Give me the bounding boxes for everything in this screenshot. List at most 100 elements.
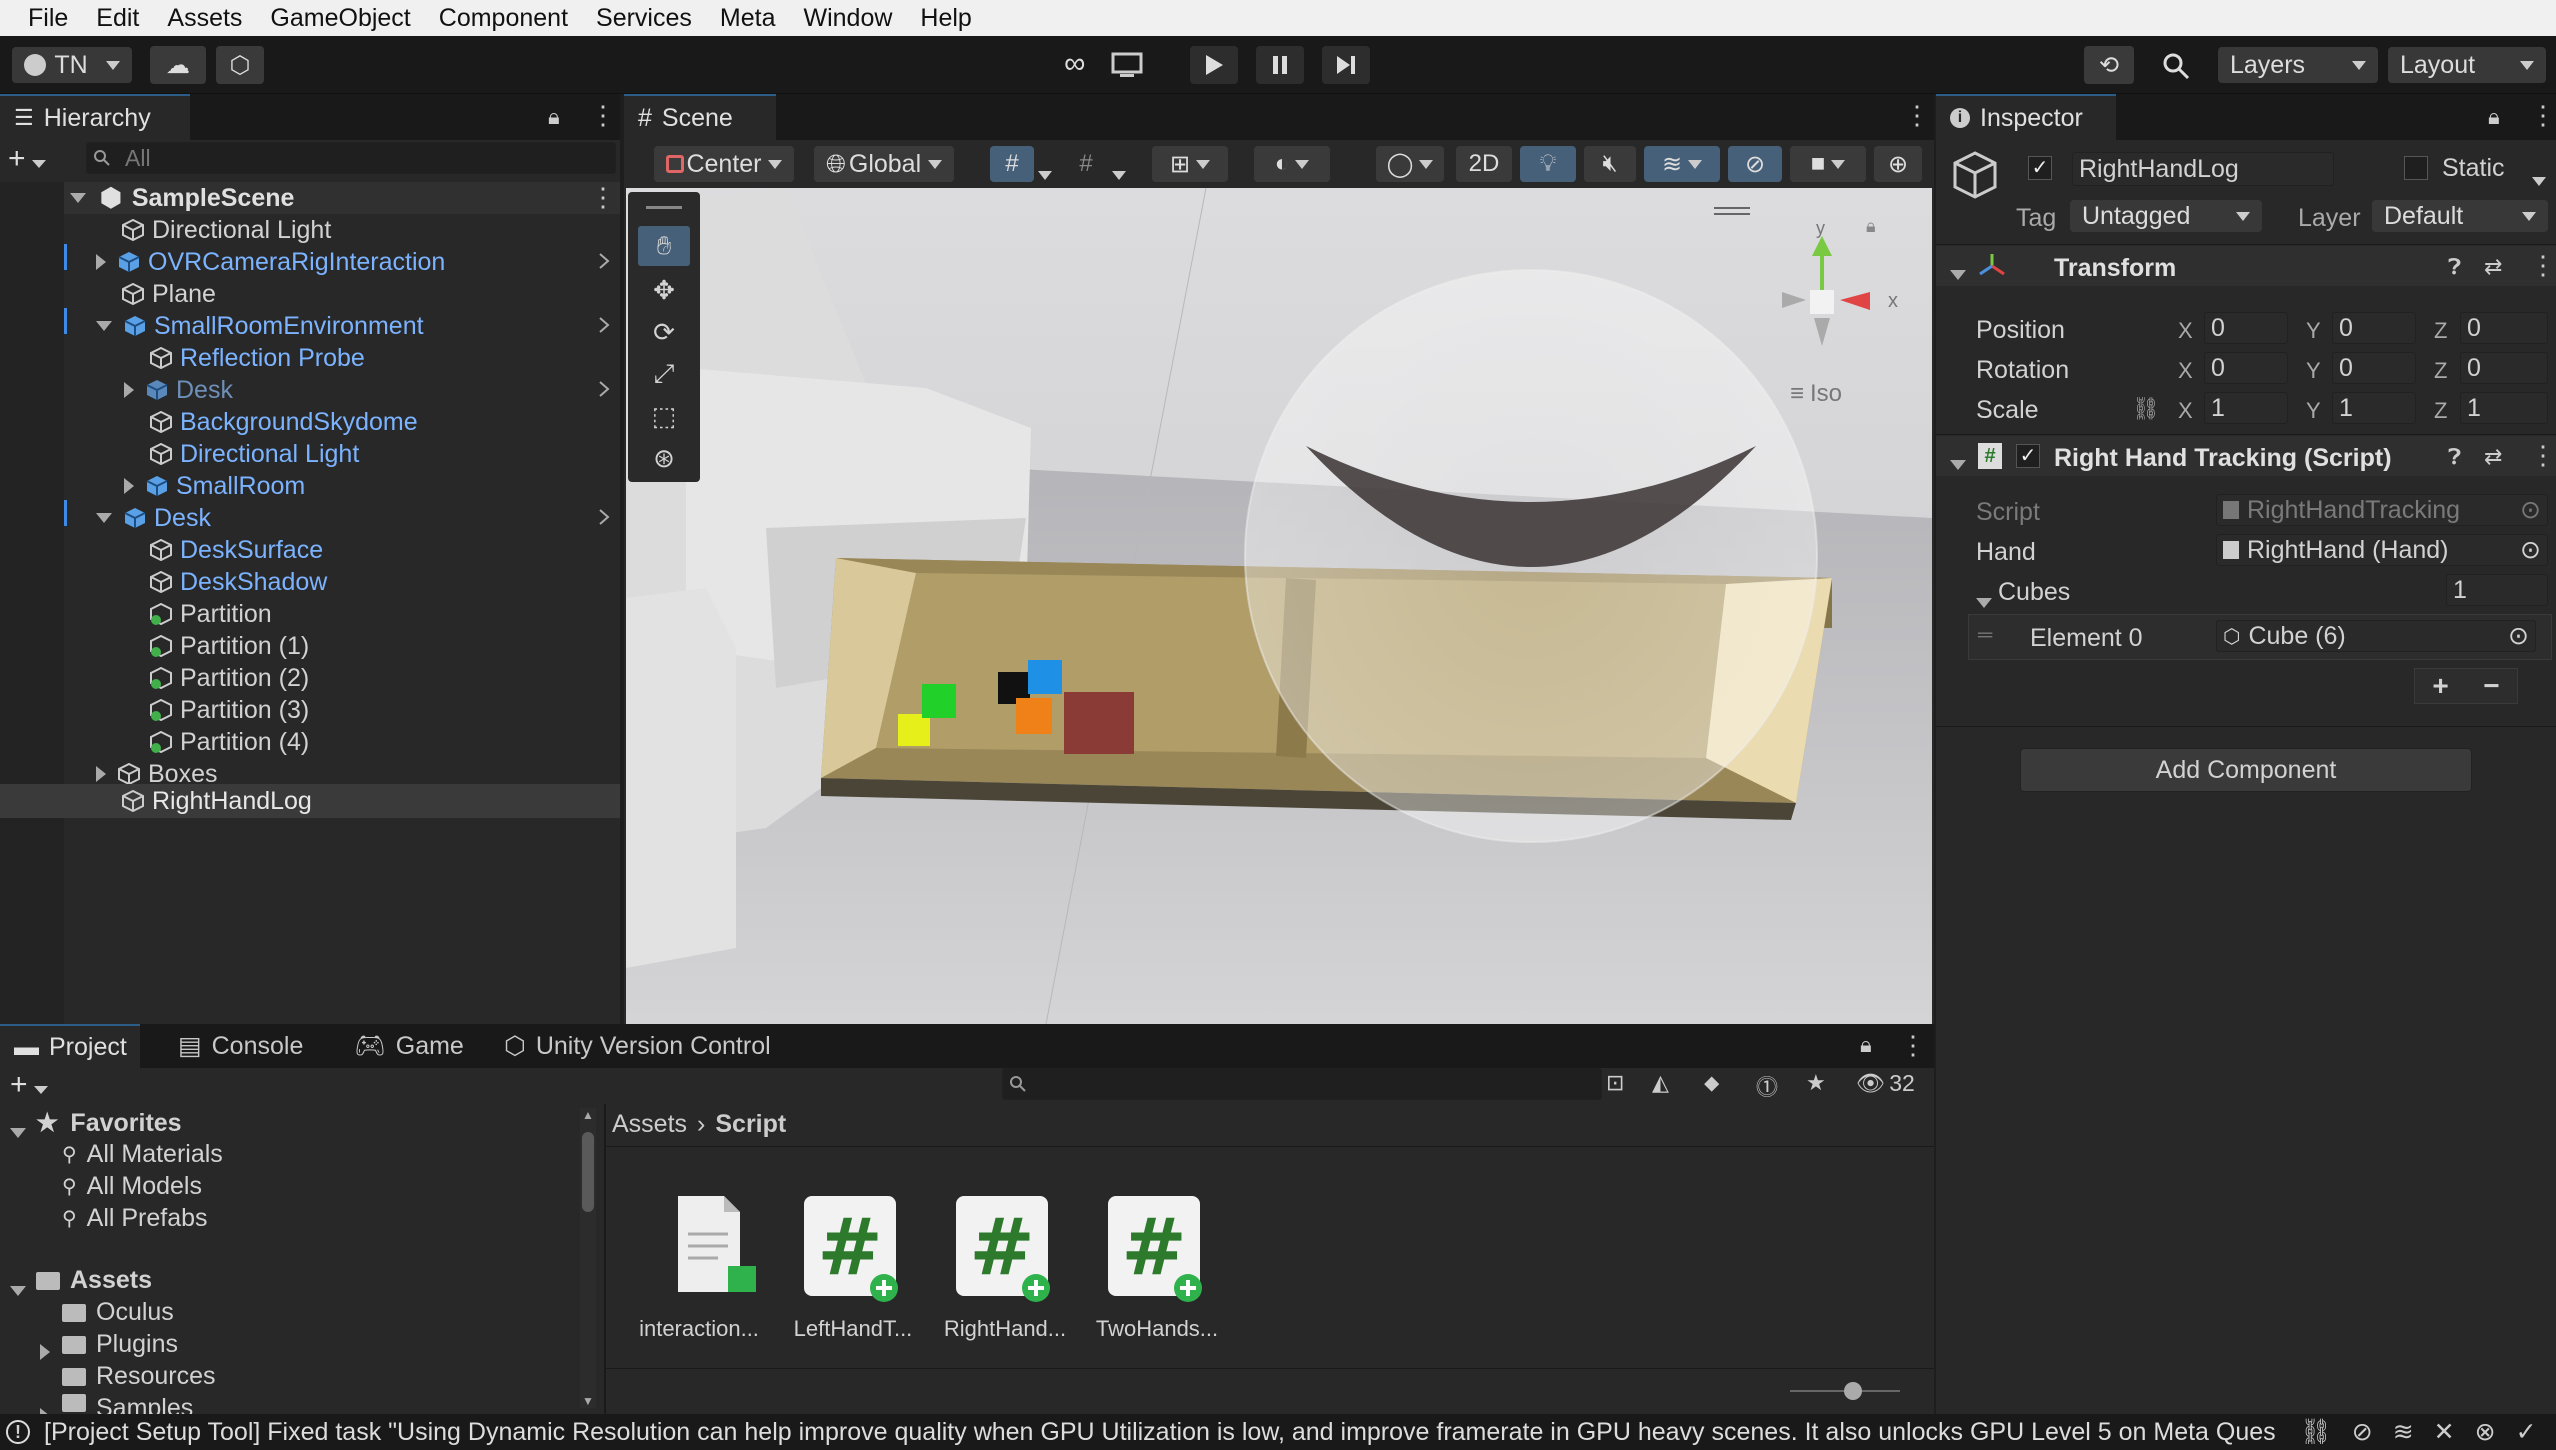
layout-dropdown[interactable]: Layout xyxy=(2388,47,2546,83)
tab-inspector[interactable]: i Inspector xyxy=(1936,94,2116,140)
list-item[interactable]: Reflection Probe xyxy=(150,342,365,374)
link-icon[interactable]: ⛓ xyxy=(2300,1418,2332,1447)
list-item[interactable]: Directional Light xyxy=(150,438,359,470)
play-button[interactable] xyxy=(1190,46,1238,84)
list-item[interactable]: Partition (2) xyxy=(150,662,309,694)
add-element-button[interactable]: + xyxy=(2432,670,2448,702)
kebab-menu-icon[interactable]: ⋮ xyxy=(2530,100,2556,131)
help-icon[interactable]: ❓︎ xyxy=(2448,444,2461,470)
scrollbar-thumb[interactable] xyxy=(582,1132,594,1212)
preset-icon[interactable]: ⇄ xyxy=(2484,444,2502,470)
object-picker-icon[interactable]: ⊙ xyxy=(2520,535,2541,565)
hierarchy-search-input[interactable]: All xyxy=(86,142,616,174)
fold-arrow-icon[interactable] xyxy=(1950,258,1966,287)
shading-dropdown[interactable]: ◯ xyxy=(1376,146,1444,182)
fold-arrow-icon[interactable] xyxy=(10,1274,26,1303)
projection-toggle[interactable]: ≡ Iso xyxy=(1790,380,1842,408)
kebab-menu-icon[interactable]: ⋮ xyxy=(1900,1030,1926,1061)
list-item[interactable]: Desk xyxy=(96,502,211,534)
search-button[interactable] xyxy=(2162,52,2190,80)
cubes-size-field[interactable]: 1 xyxy=(2446,574,2548,606)
list-item[interactable]: DeskShadow xyxy=(150,566,327,598)
tab-game[interactable]: 🎮︎ Game xyxy=(340,1024,478,1068)
effects-dropdown[interactable]: ≋ xyxy=(1644,146,1720,182)
filter-by-type-icon[interactable]: ◭ xyxy=(1652,1070,1669,1096)
folder-item[interactable]: Plugins xyxy=(62,1330,178,1359)
audio-toggle[interactable]: 🔇︎ xyxy=(1584,146,1636,182)
pause-button[interactable] xyxy=(1256,46,1304,84)
create-button[interactable]: + xyxy=(10,1070,48,1100)
toggle-2d-button[interactable]: 2D xyxy=(1456,146,1512,182)
position-x-field[interactable]: 0 xyxy=(2204,312,2288,344)
ruler-dropdown[interactable]: ⊞ xyxy=(1152,146,1228,182)
menu-services[interactable]: Services xyxy=(582,4,706,33)
folder-item[interactable]: Oculus xyxy=(62,1298,174,1327)
rotation-x-field[interactable]: 0 xyxy=(2204,352,2288,384)
kebab-menu-icon[interactable]: ⋮ xyxy=(2530,250,2556,281)
list-item[interactable]: Plane xyxy=(122,278,216,310)
hidden-packages-toggle[interactable]: 👁︎ 32 xyxy=(1856,1070,1915,1097)
menu-file[interactable]: File xyxy=(14,4,82,33)
menu-help[interactable]: Help xyxy=(906,4,985,33)
layer-dropdown[interactable]: Default xyxy=(2372,200,2548,232)
chevron-right-icon[interactable] xyxy=(598,380,610,398)
favorites-header[interactable]: ★ Favorites xyxy=(36,1108,182,1138)
collab-button[interactable]: ⬡ xyxy=(216,46,264,84)
scene-kebab-icon[interactable]: ⋮ xyxy=(590,182,616,213)
rotation-y-field[interactable]: 0 xyxy=(2332,352,2416,384)
list-item[interactable]: Partition xyxy=(150,598,272,630)
pivot-dropdown[interactable]: Center xyxy=(654,146,794,182)
position-y-field[interactable]: 0 xyxy=(2332,312,2416,344)
list-item[interactable]: SmallRoomEnvironment xyxy=(96,310,424,342)
list-item[interactable]: ⬢ SampleScene xyxy=(70,182,294,214)
scene-viewport[interactable]: y x 🔒︎ ≡ Iso ✋︎ ✥ ⟳ ⤢ ⬚ ⊛ xyxy=(626,188,1932,1024)
assets-header[interactable]: Assets xyxy=(36,1266,152,1295)
help-icon[interactable]: ❓︎ xyxy=(2448,254,2461,280)
search-filter-icon[interactable]: ⊡ xyxy=(1606,1070,1624,1096)
scale-tool-button[interactable]: ⤢ xyxy=(638,354,690,394)
scale-y-field[interactable]: 1 xyxy=(2332,392,2416,424)
favorite-item[interactable]: ⚲ All Prefabs xyxy=(62,1204,208,1233)
space-dropdown[interactable]: 🌐︎ Global xyxy=(814,146,954,182)
hand-field[interactable]: RightHand (Hand) ⊙ xyxy=(2216,534,2548,566)
remove-element-button[interactable]: − xyxy=(2483,670,2499,702)
filter-by-label-icon[interactable]: ⬥ xyxy=(1704,1070,1719,1096)
debug-disabled-icon[interactable]: ⊘ xyxy=(2352,1417,2373,1447)
chevron-right-icon[interactable] xyxy=(598,252,610,270)
lock-icon[interactable]: 🔒︎ xyxy=(548,104,560,130)
grid-snap-toggle[interactable]: # xyxy=(990,146,1034,182)
list-item[interactable]: Partition (3) xyxy=(150,694,309,726)
favorite-item[interactable]: ⚲ All Models xyxy=(62,1172,202,1201)
object-name-input[interactable]: RightHandLog xyxy=(2072,152,2334,186)
list-item[interactable]: Desk xyxy=(124,374,233,406)
list-item[interactable]: DeskSurface xyxy=(150,534,323,566)
check-circle-icon[interactable]: ✓ xyxy=(2516,1417,2537,1447)
menu-gameobject[interactable]: GameObject xyxy=(256,4,424,33)
rotate-tool-button[interactable]: ⟳ xyxy=(638,312,690,352)
list-item[interactable]: Directional Light xyxy=(122,214,331,246)
scale-z-field[interactable]: 1 xyxy=(2460,392,2548,424)
scale-x-field[interactable]: 1 xyxy=(2204,392,2288,424)
kebab-menu-icon[interactable]: ⋮ xyxy=(590,100,616,131)
chevron-right-icon[interactable] xyxy=(598,508,610,526)
visibility-toggle[interactable]: ⊘ xyxy=(1728,146,1782,182)
transform-tool-button[interactable]: ⊛ xyxy=(638,438,690,478)
gizmos-toggle[interactable]: ⊕ xyxy=(1874,146,1922,182)
transform-header[interactable] xyxy=(1936,246,2556,286)
fold-arrow-icon[interactable] xyxy=(10,1116,26,1145)
fold-arrow-icon[interactable] xyxy=(1950,448,1966,477)
account-dropdown[interactable]: TN xyxy=(12,47,132,83)
list-item[interactable]: SmallRoom xyxy=(124,470,305,502)
cubes-fold-arrow-icon[interactable] xyxy=(1976,586,1992,615)
tab-hierarchy[interactable]: ☰ Hierarchy xyxy=(0,94,190,140)
filter-by-severity-icon[interactable]: ⓵ xyxy=(1756,1070,1778,1102)
position-z-field[interactable]: 0 xyxy=(2460,312,2548,344)
folder-item[interactable]: Samples xyxy=(62,1394,193,1414)
project-search-input[interactable] xyxy=(1002,1068,1602,1100)
asset-tile[interactable]: interaction... xyxy=(636,1194,762,1341)
increment-snap-dropdown[interactable] xyxy=(1112,158,1126,187)
favorite-item[interactable]: ⚲ All Materials xyxy=(62,1140,223,1169)
drag-handle-icon[interactable] xyxy=(646,206,682,209)
layers-disabled-icon[interactable]: ≋ xyxy=(2393,1417,2414,1447)
lock-icon[interactable]: 🔒︎ xyxy=(2488,104,2500,130)
